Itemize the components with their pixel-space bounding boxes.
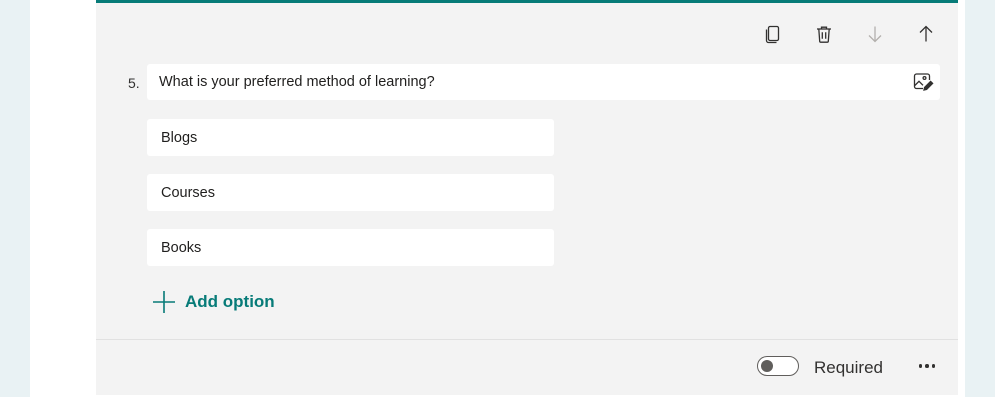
option-label: Books	[161, 239, 202, 256]
option-field[interactable]: Blogs	[147, 119, 554, 156]
card-accent-bar	[96, 0, 958, 3]
insert-media-button[interactable]	[912, 71, 934, 93]
option-label: Courses	[161, 184, 215, 201]
arrow-up-icon	[919, 25, 933, 42]
question-title-field[interactable]: What is your preferred method of learnin…	[147, 64, 940, 100]
card-footer-divider	[96, 339, 958, 340]
required-label: Required	[814, 358, 883, 377]
form-page-panel: 5. What is your preferred method of lear…	[30, 0, 965, 397]
required-toggle[interactable]	[757, 356, 799, 376]
delete-icon	[817, 26, 831, 43]
add-option-button[interactable]: Add option	[152, 288, 275, 316]
option-label: Blogs	[161, 129, 198, 146]
plus-icon	[153, 291, 175, 313]
toggle-knob	[761, 360, 773, 372]
move-up-button[interactable]	[912, 20, 940, 48]
move-down-button[interactable]	[861, 20, 889, 48]
copy-icon	[765, 25, 780, 44]
option-field[interactable]: Courses	[147, 174, 554, 211]
question-toolbar	[759, 20, 940, 48]
question-title-text: What is your preferred method of learnin…	[159, 74, 435, 90]
delete-question-button[interactable]	[810, 20, 838, 48]
image-edit-icon	[913, 73, 934, 91]
question-card[interactable]: 5. What is your preferred method of lear…	[96, 0, 958, 395]
more-options-button[interactable]	[914, 355, 940, 377]
question-number: 5.	[128, 75, 140, 91]
arrow-down-icon	[868, 26, 882, 43]
option-field[interactable]: Books	[147, 229, 554, 266]
add-option-label: Add option	[185, 292, 275, 311]
copy-question-button[interactable]	[759, 20, 787, 48]
more-icon	[918, 364, 923, 368]
